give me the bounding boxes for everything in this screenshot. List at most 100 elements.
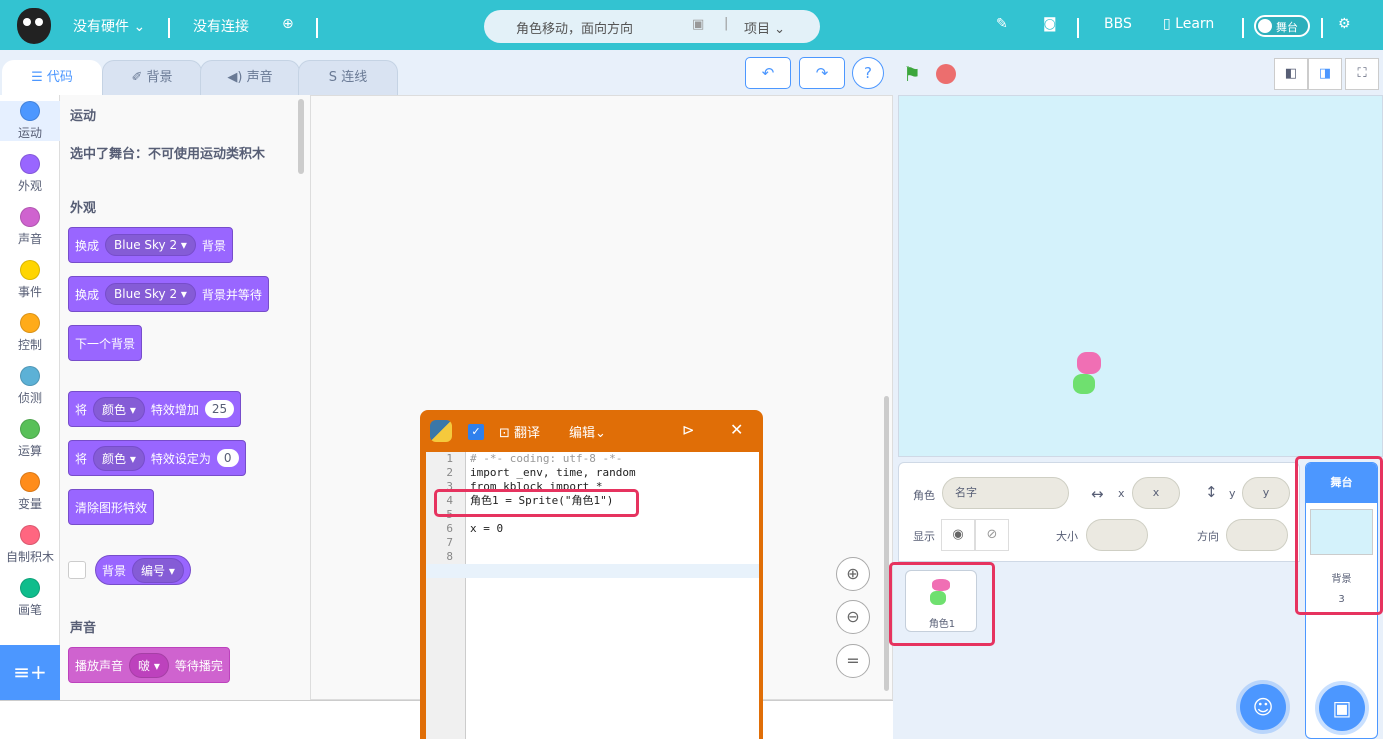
category-1[interactable]: 外观 xyxy=(0,154,60,194)
category-label: 运算 xyxy=(17,444,42,458)
category-label: 事件 xyxy=(17,285,42,299)
palette-scrollbar[interactable] xyxy=(298,99,304,174)
block-backdrop-reporter[interactable]: 背景 编号 ▾ xyxy=(95,555,191,585)
line-number: 7 xyxy=(446,536,453,549)
block-change-effect[interactable]: 将颜色 ▾ 特效增加 25 xyxy=(68,391,242,427)
hardware-menu[interactable]: 没有硬件 ⌄ xyxy=(73,16,145,36)
block-switch-backdrop-wait[interactable]: 换成 Blue Sky 2 ▾ 背景并等待 xyxy=(68,276,269,312)
dropdown-value: 啵 xyxy=(138,658,151,673)
globe-icon[interactable]: ⊕ xyxy=(282,16,294,32)
bbs-link[interactable]: BBS xyxy=(1104,16,1132,32)
motion-note: 选中了舞台：不可使用运动类积木 xyxy=(70,147,266,162)
number-input[interactable]: 25 xyxy=(204,400,235,418)
block-text: 等待播完 xyxy=(174,658,223,673)
stage-canvas[interactable] xyxy=(898,95,1383,457)
divider xyxy=(1242,18,1244,38)
category-7[interactable]: 变量 xyxy=(0,472,60,512)
block-text: 下一个背景 xyxy=(75,336,136,351)
add-backdrop-button[interactable]: ▣ xyxy=(1319,685,1365,731)
divider: | xyxy=(724,16,729,31)
effect-dropdown[interactable]: 颜色 ▾ xyxy=(93,396,145,422)
block-next-backdrop[interactable]: 下一个背景 xyxy=(68,325,143,361)
save-icon[interactable]: ▣ xyxy=(692,17,704,32)
zoom-out-button[interactable]: ⊖ xyxy=(836,600,870,634)
stage-toggle[interactable]: 舞台 xyxy=(1254,15,1310,37)
category-4[interactable]: 控制 xyxy=(0,313,60,353)
tab-wiring[interactable]: S 连线 xyxy=(298,60,398,96)
category-label: 画笔 xyxy=(17,603,42,617)
category-6[interactable]: 运算 xyxy=(0,419,60,459)
project-title-input[interactable]: 角色移动，面向方向 xyxy=(516,18,633,37)
category-3[interactable]: 事件 xyxy=(0,260,60,300)
dropdown-value: 编号 xyxy=(141,563,166,578)
block-play-sound-wait[interactable]: 播放声音啵 ▾ 等待播完 xyxy=(68,647,230,683)
redo-button[interactable]: ↷ xyxy=(799,57,845,89)
zoom-reset-button[interactable]: = xyxy=(836,644,870,678)
tab-label: 声音 xyxy=(246,70,273,85)
project-menu[interactable]: 项目 ⌄ xyxy=(744,18,785,37)
large-stage-button[interactable]: ◨ xyxy=(1308,58,1342,90)
sound-dropdown[interactable]: 啵 ▾ xyxy=(129,652,169,678)
enable-checkbox[interactable]: ✓ xyxy=(468,424,484,440)
block-text: 背景 xyxy=(102,563,127,578)
tab-label: 代码 xyxy=(46,70,73,85)
horizontal-arrows-icon: ↔ xyxy=(1091,485,1104,503)
workspace-scrollbar[interactable] xyxy=(884,396,889,691)
block-clear-effects[interactable]: 清除图形特效 xyxy=(68,489,155,525)
show-eye-icon[interactable]: ◉ xyxy=(941,519,975,551)
fullscreen-button[interactable]: ⛶ xyxy=(1345,58,1379,90)
small-stage-button[interactable]: ◧ xyxy=(1274,58,1308,90)
backdrop-dropdown[interactable]: Blue Sky 2 ▾ xyxy=(105,283,196,305)
pencil-icon[interactable]: ✎ xyxy=(996,16,1008,32)
number-input[interactable]: 0 xyxy=(216,449,239,467)
run-icon[interactable]: ⊳ xyxy=(682,421,695,439)
x-input[interactable]: x xyxy=(1132,477,1180,509)
line-number: 6 xyxy=(446,522,453,535)
help-button[interactable]: ? xyxy=(852,57,884,89)
connection-status[interactable]: 没有连接 xyxy=(193,16,249,36)
sprite-name-input[interactable]: 名字 xyxy=(942,477,1069,509)
reporter-checkbox[interactable] xyxy=(68,561,86,579)
camera-icon[interactable]: ◙ xyxy=(1043,16,1057,32)
category-dot-icon xyxy=(20,260,40,280)
category-2[interactable]: 声音 xyxy=(0,207,60,247)
hide-eye-icon[interactable]: ⊘ xyxy=(975,519,1009,551)
extension-button[interactable]: ≡+ xyxy=(0,645,60,700)
zoom-in-button[interactable]: ⊕ xyxy=(836,557,870,591)
learn-link[interactable]: ▯ Learn xyxy=(1163,16,1214,32)
tab-code[interactable]: ☰ 代码 xyxy=(2,60,102,96)
tab-backdrop[interactable]: ✐ 背景 xyxy=(102,60,202,96)
speaker-icon: ◀) xyxy=(227,70,243,85)
translate-button[interactable]: ⊡ 翻译 xyxy=(499,422,540,441)
close-icon[interactable]: ✕ xyxy=(730,420,743,439)
category-label: 外观 xyxy=(17,179,42,193)
green-flag-icon[interactable]: ⚑ xyxy=(903,62,921,86)
code-line: import _env, time, random xyxy=(470,466,636,479)
project-bar: 角色移动，面向方向 ▣ | 项目 ⌄ xyxy=(484,10,820,43)
edit-menu[interactable]: 编辑⌄ xyxy=(569,422,606,441)
size-input[interactable] xyxy=(1086,519,1148,551)
stop-icon[interactable] xyxy=(936,64,956,84)
backdrop-dropdown[interactable]: Blue Sky 2 ▾ xyxy=(105,234,196,256)
category-menu: 运动外观声音事件控制侦测运算变量自制积木画笔 xyxy=(0,95,60,700)
add-sprite-button[interactable]: ☺ xyxy=(1240,684,1286,730)
backdrop-property-dropdown[interactable]: 编号 ▾ xyxy=(132,557,184,583)
block-switch-backdrop[interactable]: 换成 Blue Sky 2 ▾ 背景 xyxy=(68,227,233,263)
category-0[interactable]: 运动 xyxy=(0,101,60,141)
effect-dropdown[interactable]: 颜色 ▾ xyxy=(93,445,145,471)
category-9[interactable]: 画笔 xyxy=(0,578,60,618)
undo-button[interactable]: ↶ xyxy=(745,57,791,89)
tab-label: 背景 xyxy=(146,70,173,85)
hardware-label: 没有硬件 xyxy=(73,19,129,35)
block-set-effect[interactable]: 将颜色 ▾ 特效设定为 0 xyxy=(68,440,246,476)
cat-sprite-icon[interactable] xyxy=(1067,352,1109,404)
dropdown-value: 颜色 xyxy=(102,402,127,417)
block-text: 背景并等待 xyxy=(201,287,262,302)
tab-sound[interactable]: ◀) 声音 xyxy=(200,60,300,96)
category-8[interactable]: 自制积木 xyxy=(0,525,60,565)
category-5[interactable]: 侦测 xyxy=(0,366,60,406)
logo-icon[interactable] xyxy=(17,8,51,44)
gear-icon[interactable]: ⚙ xyxy=(1338,16,1351,32)
y-input[interactable]: y xyxy=(1242,477,1290,509)
direction-input[interactable] xyxy=(1226,519,1288,551)
